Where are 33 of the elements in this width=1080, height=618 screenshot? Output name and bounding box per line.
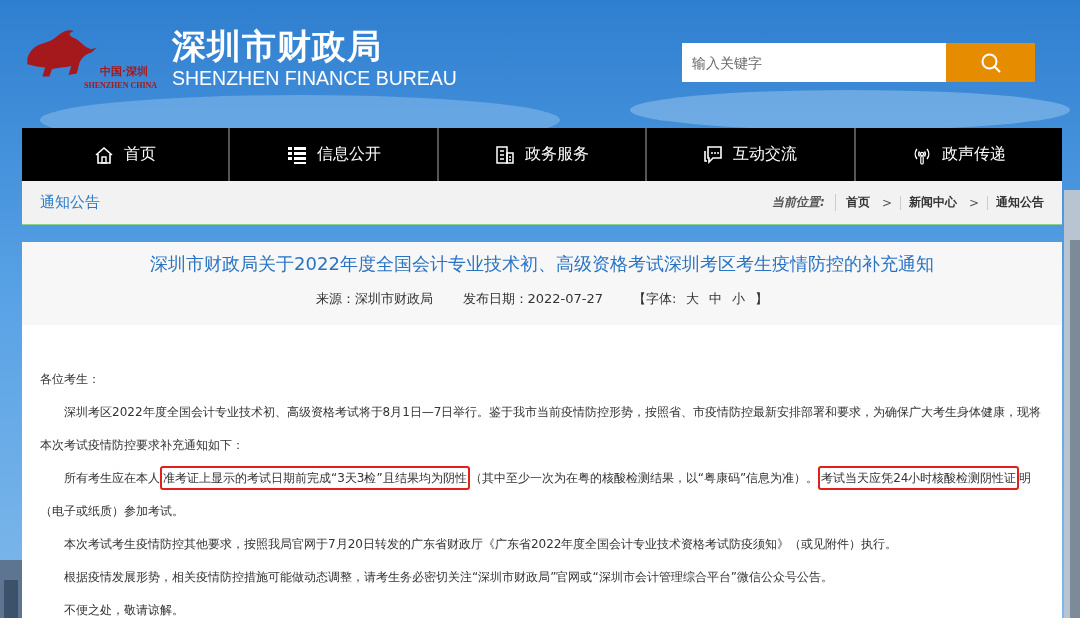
chat-icon [703,144,724,165]
breadcrumb-link[interactable]: 通知公告 [996,194,1044,211]
section-title: 通知公告 [40,193,100,212]
font-size-link[interactable]: 大 [686,290,700,308]
paragraph: 根据疫情发展形势，相关疫情防控措施可能做动态调整，请考生务必密切关注“深圳市财政局”官网或“深圳市会计管理综合平台”微信公众号公告。 [63,569,834,586]
bull-logo-icon [26,28,98,78]
font-size-link[interactable]: 小 [732,290,746,308]
paragraph: 不便之处，敬请谅解。 [63,602,185,618]
paragraph: 所有考生应在本人 准考证上显示的考试日期前完成“3天3检”且结果均为阴性 （其中至少一次为在粤的核酸检测结果，以“粤康码”信息为准）。 考试当天应凭24小时核酸检测阴性证 明（电子或纸质）参加考试。 [40,462,1044,528]
site-subtitle: SHENZHEN FINANCE BUREAU [172,66,457,90]
site-title: 深圳市财政局 [172,26,383,66]
breadcrumb-separator: > [956,195,988,210]
home-icon [94,144,115,165]
breadcrumb-link[interactable]: 新闻中心 [908,194,957,211]
paragraph: 本次考试考生疫情防控其他要求，按照我局官网于7月20日转发的广东省财政厅《广东省2022年度全国会计专业技术资格考试防疫须知》（或见附件）执行。 [63,536,899,553]
breadcrumb-link[interactable]: 首页 [845,194,870,211]
logo-text: 中国·深圳 [100,64,148,79]
bracket-text: 】 [755,290,769,308]
font-size-label: 【字体: [633,290,677,308]
search-button[interactable] [946,43,1035,82]
paragraph: 深圳考区2022年度全国会计专业技术初、高级资格考试将于8月1日—7日举行。鉴于我市当前疫情防控形势，按照省、市疫情防控最新安排部署和要求，为确保广大考生身体健康，现将本次考试疫情防控要求补充通知如下： [40,404,1043,454]
paragraph: 各位考生： [40,371,101,388]
font-size-link[interactable]: 中 [709,290,723,308]
list-icon [286,144,307,165]
logo-text: SHENZHEN CHINA [84,81,158,90]
breadcrumb-separator: > [869,195,901,210]
nav-item[interactable]: 首页 [22,128,229,181]
building-icon [495,144,515,165]
search-icon [979,51,1002,74]
breadcrumb-label: 当前位置: [772,194,836,211]
article-title: 深圳市财政局关于2022年度全国会计专业技术初、高级资格考试深圳考区考生疫情防控的补充通知 [150,252,934,276]
source-text: 来源：深圳市财政局 [315,290,433,308]
date-text: 发布日期：2022-07-27 [462,290,604,308]
